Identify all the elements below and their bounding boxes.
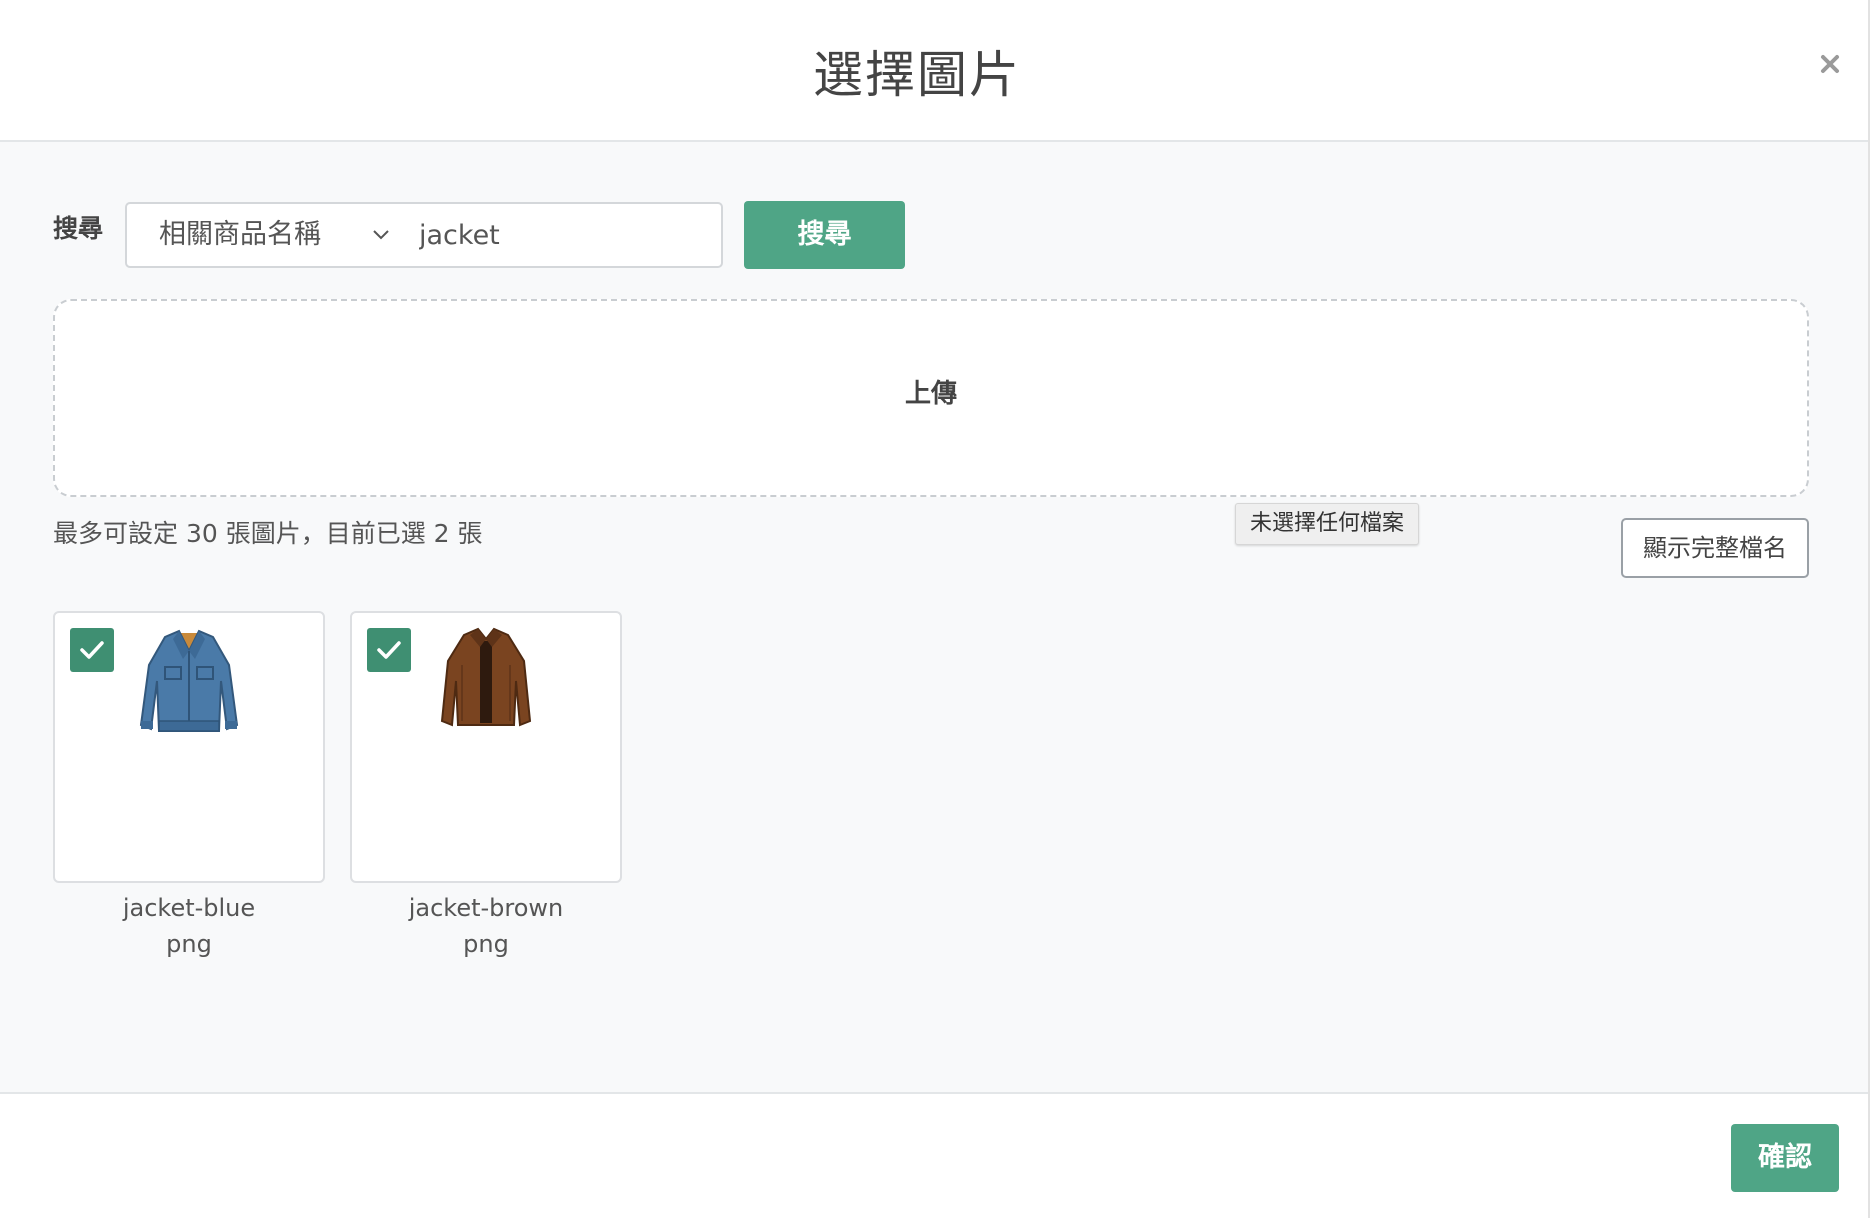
file-status-tooltip: 未選擇任何檔案 [1235, 503, 1420, 545]
selection-summary: 最多可設定 30 張圖片，目前已選 2 張 [53, 519, 483, 548]
image-card-jacket-blue[interactable] [53, 611, 325, 883]
search-field-select[interactable]: 相關商品名稱 [127, 204, 397, 266]
close-button[interactable] [1810, 44, 1850, 84]
dialog-header: 選擇圖片 [0, 0, 1868, 142]
image-card-jacket-brown[interactable] [350, 611, 622, 883]
select-image-dialog: 選擇圖片 搜尋 相關商品名稱 搜尋 上傳 未選擇任何檔案 最多可設定 30 張圖… [0, 0, 1870, 1220]
search-button[interactable]: 搜尋 [744, 201, 905, 269]
dialog-footer: 確認 [0, 1092, 1868, 1220]
leather-jacket-image [440, 627, 532, 727]
denim-jacket-image [139, 629, 239, 732]
image-checkbox[interactable] [367, 628, 411, 672]
confirm-button[interactable]: 確認 [1731, 1124, 1839, 1192]
search-input[interactable] [407, 210, 731, 260]
chevron-down-icon [373, 230, 389, 240]
image-filename: jacket-blue [122, 894, 256, 922]
upload-dropzone[interactable]: 上傳 [53, 299, 1809, 497]
checkmark-icon [377, 641, 401, 659]
dialog-body: 搜尋 相關商品名稱 搜尋 上傳 未選擇任何檔案 最多可設定 30 張圖片，目前已… [0, 142, 1868, 1092]
image-checkbox[interactable] [70, 628, 114, 672]
search-label: 搜尋 [53, 214, 104, 243]
image-extension: png [463, 930, 509, 958]
close-icon [1821, 55, 1839, 73]
checkmark-icon [80, 641, 104, 659]
upload-label: 上傳 [904, 379, 957, 409]
image-extension: png [166, 930, 212, 958]
show-full-filename-button[interactable]: 顯示完整檔名 [1621, 518, 1809, 578]
dialog-title: 選擇圖片 [813, 46, 1021, 104]
search-field-selected-value: 相關商品名稱 [159, 219, 321, 250]
image-filename: jacket-brown [408, 894, 564, 922]
search-group: 相關商品名稱 [125, 202, 731, 268]
